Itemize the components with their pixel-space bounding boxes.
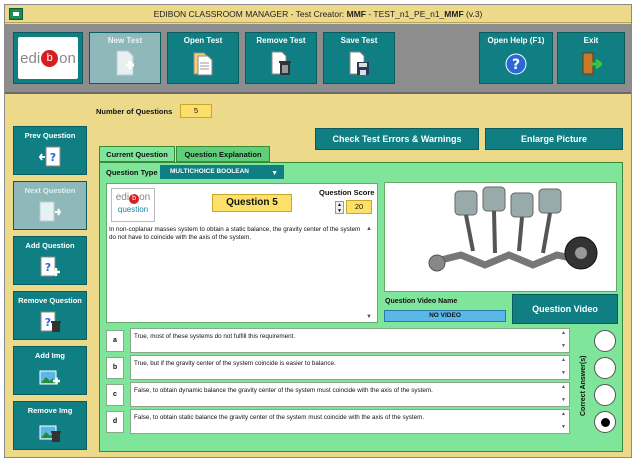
answer-text-field[interactable]: False, to obtain dynamic balance the gra…: [130, 382, 570, 407]
add-question-button[interactable]: Add Question ?: [13, 236, 87, 285]
number-of-questions-label: Number of Questions: [96, 107, 173, 116]
remove-question-button[interactable]: Remove Question ?: [13, 291, 87, 340]
next-question-button[interactable]: Next Question ?: [13, 181, 87, 230]
main-area: Prev Question ? Next Question ? Add Ques…: [5, 96, 631, 457]
video-name-label: Question Video Name: [385, 298, 458, 305]
engine-crankshaft-image: [385, 183, 616, 291]
answer-radio-d[interactable]: [594, 411, 616, 433]
answer-row: a True, most of these systems do not ful…: [106, 328, 571, 354]
question-text-area[interactable]: edi b on question Question 5 Question Scor…: [106, 183, 378, 323]
answer-letter: b: [106, 357, 124, 379]
add-image-button[interactable]: Add Img: [13, 346, 87, 395]
question-logo: edi b on question: [111, 188, 155, 222]
prev-question-icon: ?: [39, 146, 61, 167]
question-panel: Question Type MULTICHOICE BOOLEAN ▼ edi b…: [99, 162, 623, 452]
scroll-down-icon[interactable]: ▼: [366, 314, 372, 320]
open-test-button[interactable]: Open Test: [167, 32, 239, 84]
svg-text:?: ?: [50, 151, 56, 164]
remove-question-icon: ?: [40, 311, 61, 332]
answer-letter: c: [106, 384, 124, 406]
title-bar: EDIBON CLASSROOM MANAGER - Test Creator:…: [5, 5, 631, 23]
answer-radio-c[interactable]: [594, 384, 616, 406]
answer-text-field[interactable]: True, but if the gravity center of the s…: [130, 355, 570, 380]
enlarge-picture-button[interactable]: Enlarge Picture: [485, 128, 623, 150]
trash-document-icon: [271, 51, 291, 75]
remove-image-icon: [39, 425, 61, 442]
answer-text-field[interactable]: True, most of these systems do not fulfi…: [130, 328, 570, 353]
correct-answers-label: Correct Answer(s): [580, 355, 587, 416]
new-test-button[interactable]: New Test: [89, 32, 161, 84]
exit-door-icon: [582, 52, 602, 75]
number-of-questions-value: 5: [180, 104, 212, 118]
question-video-button[interactable]: Question Video: [512, 294, 618, 324]
add-question-icon: ?: [40, 256, 60, 277]
svg-text:?: ?: [45, 316, 51, 329]
add-image-icon: [39, 370, 60, 385]
save-disk-icon: [349, 51, 369, 75]
next-question-icon: ?: [39, 201, 61, 222]
answer-radio-a[interactable]: [594, 330, 616, 352]
chevron-down-icon: ▼: [271, 170, 278, 177]
question-sidebar: Prev Question ? Next Question ? Add Ques…: [13, 101, 89, 450]
app-window: EDIBON CLASSROOM MANAGER - Test Creator:…: [4, 4, 632, 458]
question-number: Question 5: [212, 194, 292, 212]
question-type-label: Question Type: [106, 168, 158, 177]
question-picture: [384, 182, 617, 292]
video-name-value: NO VIDEO: [384, 310, 506, 322]
scroll-up-icon[interactable]: ▲: [366, 226, 372, 232]
answer-row: b True, but if the gravity center of the…: [106, 355, 571, 381]
svg-text:?: ?: [45, 261, 51, 274]
svg-text:?: ?: [512, 57, 520, 73]
new-document-icon: [116, 50, 134, 76]
question-score-label: Question Score: [319, 188, 375, 197]
exit-button[interactable]: Exit: [557, 32, 625, 84]
save-test-button[interactable]: Save Test: [323, 32, 395, 84]
prev-question-button[interactable]: Prev Question ?: [13, 126, 87, 175]
answer-row: d False, to obtain static balance the gr…: [106, 409, 571, 435]
answer-row: c False, to obtain dynamic balance the g…: [106, 382, 571, 408]
open-document-icon: [193, 52, 213, 76]
answer-text-field[interactable]: False, to obtain static balance the grav…: [130, 409, 570, 434]
help-icon: ?: [505, 53, 527, 75]
answers-list: a True, most of these systems do not ful…: [106, 328, 571, 448]
toolbar: edi b o n New Test Open Test Remove Test Sa…: [5, 24, 631, 94]
svg-text:?: ?: [44, 206, 50, 219]
answer-letter: d: [106, 411, 124, 433]
tab-question-explanation[interactable]: Question Explanation: [176, 146, 270, 162]
remove-test-button[interactable]: Remove Test: [245, 32, 317, 84]
question-score-value[interactable]: 20: [346, 200, 372, 214]
tab-current-question[interactable]: Current Question: [99, 146, 175, 162]
question-editor: Number of Questions 5 Check Test Errors …: [94, 101, 625, 452]
question-text-scrollbar[interactable]: ▲ ▼: [366, 226, 375, 320]
remove-image-button[interactable]: Remove Img: [13, 401, 87, 450]
score-stepper[interactable]: ▲ ▼: [335, 201, 344, 214]
question-text[interactable]: In non-coplanar masses system to obtain …: [109, 226, 365, 321]
answer-letter: a: [106, 330, 124, 352]
check-errors-button[interactable]: Check Test Errors & Warnings: [315, 128, 479, 150]
open-help-button[interactable]: Open Help (F1) ?: [479, 32, 553, 84]
edibon-logo: edi b o n: [13, 32, 83, 84]
window-title: EDIBON CLASSROOM MANAGER - Test Creator:…: [153, 9, 483, 19]
answer-radio-b[interactable]: [594, 357, 616, 379]
question-type-select[interactable]: MULTICHOICE BOOLEAN ▼: [160, 165, 284, 179]
